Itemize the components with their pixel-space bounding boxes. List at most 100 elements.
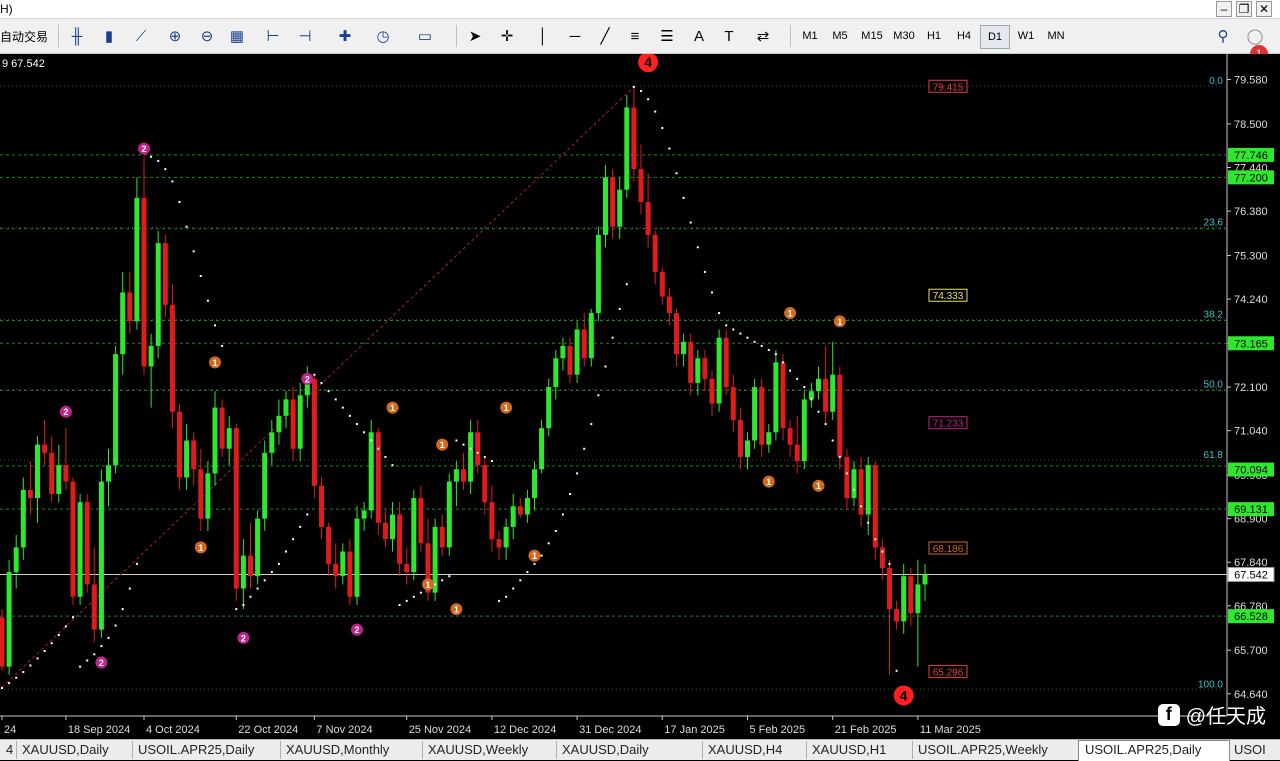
chart-tab[interactable]: XAUUSD,H4 — [702, 741, 807, 759]
candle-body — [773, 362, 779, 433]
candle-body — [553, 358, 559, 388]
timeframe-m5[interactable]: M5 — [826, 25, 854, 47]
line-chart-icon[interactable]: ⟋ — [130, 25, 152, 47]
candle-body — [35, 444, 40, 499]
x-tick-label: 25 Nov 2024 — [409, 724, 471, 736]
indicators-icon[interactable]: ✚ — [334, 25, 356, 47]
chat-icon[interactable]: ◯ — [1244, 25, 1266, 47]
vertical-line-icon[interactable]: │ — [532, 25, 554, 47]
chart-tab[interactable]: USOI — [1228, 741, 1280, 759]
fib-level-label: 100.0 — [1198, 679, 1223, 690]
candle-body — [453, 469, 459, 482]
tile-windows-icon[interactable]: ▦ — [226, 25, 248, 47]
current-price-label: 67.542 — [1234, 569, 1268, 581]
search-icon[interactable]: ⚲ — [1212, 25, 1234, 47]
candle-body — [610, 177, 616, 227]
timeframe-d1[interactable]: D1 — [980, 25, 1010, 49]
sar-dot — [221, 344, 224, 347]
sar-dot — [824, 423, 827, 426]
crosshair-icon[interactable]: ✛ — [496, 25, 518, 47]
candlestick-icon[interactable]: ▮ — [98, 25, 120, 47]
sar-dot — [434, 583, 437, 586]
candle-body — [27, 489, 33, 499]
timeframe-h4[interactable]: H4 — [950, 25, 978, 47]
sar-dot — [405, 599, 408, 602]
horizontal-line-icon[interactable]: ─ — [564, 25, 586, 47]
bar-chart-icon[interactable]: ╫ — [66, 25, 88, 47]
timeframe-m30[interactable]: M30 — [890, 25, 918, 47]
candle-body — [489, 502, 495, 540]
chart-tab[interactable]: USOIL.APR25,Daily — [132, 741, 281, 759]
close-icon[interactable]: ✕ — [1256, 1, 1272, 17]
periods-clock-icon[interactable]: ◷ — [372, 25, 394, 47]
sar-dot — [632, 85, 635, 88]
price-chart[interactable]: 9 67.542 0.0 23.6 38.2 50.0 61.8 100.0 79.415 74… — [0, 54, 1280, 738]
sar-dot — [285, 550, 287, 553]
price-axis-label: 77.746 — [1234, 150, 1268, 162]
auto-trading-button[interactable]: 自动交易 — [0, 28, 48, 45]
candle-body — [730, 387, 736, 420]
candle-body — [155, 243, 161, 346]
x-tick-label: 4 Oct 2024 — [146, 724, 200, 736]
timeframe-m15[interactable]: M15 — [858, 25, 886, 47]
minimize-icon[interactable]: – — [1216, 1, 1232, 17]
trendline-icon[interactable]: ╱ — [594, 25, 616, 47]
candle-body — [326, 526, 332, 564]
chart-shift-icon[interactable]: ⊢ — [262, 25, 284, 47]
candle-body — [872, 465, 878, 548]
candle-body — [148, 345, 154, 367]
chart-tab[interactable]: XAUUSD,Weekly — [422, 741, 557, 759]
chart-tab[interactable]: XAUUSD,H1 — [806, 741, 913, 759]
marker-label: 1 — [766, 477, 771, 487]
sar-dot — [831, 439, 834, 442]
arrows-icon[interactable]: ⇄ — [752, 25, 774, 47]
sar-dot — [377, 447, 380, 450]
x-tick-label: 22 Oct 2024 — [238, 724, 298, 736]
fibonacci-icon[interactable]: ☰ — [656, 25, 678, 47]
candle-body — [361, 510, 367, 519]
candle-body — [127, 292, 133, 322]
sar-dot — [398, 603, 401, 606]
sar-dot — [782, 361, 784, 364]
marker-label: 1 — [532, 551, 537, 561]
candle-body — [638, 169, 644, 203]
text-label-icon[interactable]: T — [718, 25, 740, 47]
y-tick-label: 72.100 — [1234, 382, 1268, 394]
sar-dot — [206, 299, 209, 302]
sar-dot — [150, 155, 153, 158]
timeframe-w1[interactable]: W1 — [1012, 25, 1040, 47]
timeframe-m1[interactable]: M1 — [796, 25, 824, 47]
chart-tab[interactable]: 4 — [0, 741, 17, 759]
timeframe-mn[interactable]: MN — [1042, 25, 1070, 47]
fib-level-label: 38.2 — [1204, 310, 1224, 321]
chart-tab[interactable]: XAUUSD,Monthly — [280, 741, 423, 759]
zoom-in-icon[interactable]: ⊕ — [164, 25, 186, 47]
restore-icon[interactable]: ❐ — [1236, 1, 1252, 17]
candle-body — [922, 574, 928, 585]
sar-dot — [498, 599, 500, 602]
sar-dot — [654, 110, 657, 113]
cursor-icon[interactable]: ➤ — [464, 25, 486, 47]
chart-tab[interactable]: USOIL.APR25,Daily — [1078, 740, 1230, 761]
x-tick-label: 24 — [4, 724, 16, 736]
chart-tab[interactable]: XAUUSD,Daily — [556, 741, 703, 759]
channel-icon[interactable]: ≡ — [624, 25, 646, 47]
candle-body — [851, 469, 857, 499]
sar-dot — [845, 472, 848, 475]
sar-dot — [199, 275, 202, 278]
templates-icon[interactable]: ▭ — [414, 25, 436, 47]
sar-dot — [107, 636, 110, 639]
marker-label: 1 — [816, 481, 821, 491]
autoscroll-icon[interactable]: ⊣ — [294, 25, 316, 47]
sar-dot — [185, 225, 188, 228]
candle-body — [177, 411, 182, 478]
sar-dot — [412, 595, 415, 598]
text-icon[interactable]: A — [688, 25, 710, 47]
candle-body — [475, 432, 481, 466]
timeframe-h1[interactable]: H1 — [920, 25, 948, 47]
sar-dot — [746, 336, 749, 339]
chart-tab[interactable]: XAUUSD,Daily — [16, 741, 133, 759]
sar-dot — [178, 201, 181, 204]
chart-tab[interactable]: USOIL.APR25,Weekly — [912, 741, 1079, 759]
zoom-out-icon[interactable]: ⊖ — [196, 25, 218, 47]
